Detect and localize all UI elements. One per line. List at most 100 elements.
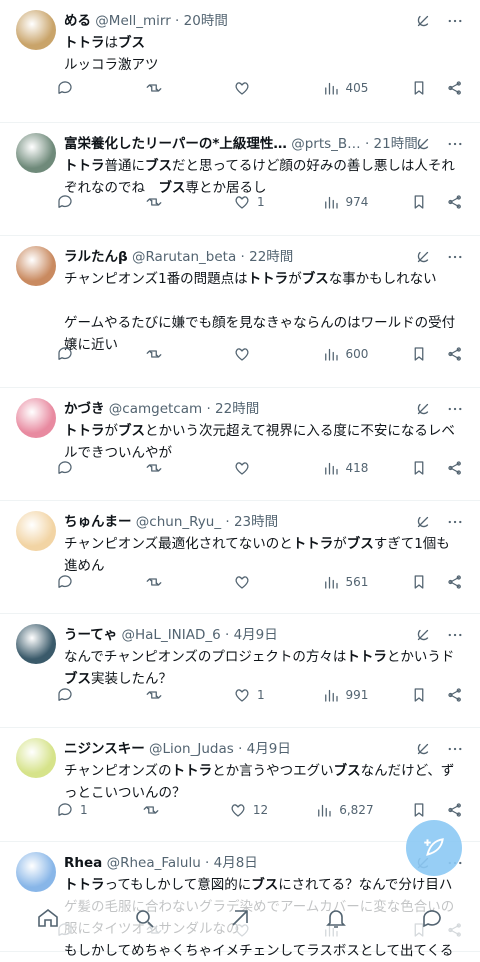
grok-icon[interactable] — [414, 400, 432, 418]
grok-icon[interactable] — [414, 12, 432, 30]
reply-button[interactable] — [56, 345, 106, 363]
tweet[interactable]: ニジンスキー @Lion_Judas · 4月9日 チャンピオンズのトトラとか言う… — [0, 728, 480, 842]
tweet[interactable]: ちゅんまー @chun_Ryu_ · 23時間 チャンピオンズ最適化されてないのと… — [0, 501, 480, 614]
views-button[interactable]: 600 — [322, 345, 372, 363]
avatar[interactable] — [16, 398, 56, 438]
views-button[interactable]: 991 — [322, 686, 372, 704]
tweet-actions: 405 — [56, 76, 464, 100]
notifications-nav-icon[interactable] — [324, 906, 348, 934]
avatar[interactable] — [16, 10, 56, 50]
avatar[interactable] — [16, 133, 56, 173]
home-nav-icon[interactable] — [36, 906, 60, 934]
reply-button[interactable] — [56, 459, 106, 477]
retweet-button[interactable] — [145, 79, 195, 97]
bookmark-icon[interactable] — [410, 345, 428, 363]
reply-button[interactable] — [56, 79, 106, 97]
reply-button[interactable] — [56, 193, 106, 211]
handle-and-time[interactable]: @Lion_Judas · 4月9日 — [145, 741, 291, 757]
bookmark-icon[interactable] — [410, 686, 428, 704]
grok-icon[interactable] — [414, 248, 432, 266]
tweet[interactable]: うーてゃ @HaL_INIAD_6 · 4月9日 なんでチャンピオンズのプロジェク… — [0, 614, 480, 728]
display-name[interactable]: ちゅんまー — [64, 514, 132, 530]
display-name[interactable]: Rhea — [64, 855, 102, 871]
avatar[interactable] — [16, 511, 56, 551]
messages-nav-icon[interactable] — [420, 906, 444, 934]
handle-and-time[interactable]: @Mell_mirr · 20時間 — [91, 13, 228, 29]
tweet[interactable]: ラルたんβ @Rarutan_beta · 22時間 チャンピオンズ1番の問題点は… — [0, 236, 480, 388]
retweet-button[interactable] — [145, 193, 195, 211]
views-button[interactable]: 561 — [322, 573, 372, 591]
like-button[interactable] — [233, 79, 283, 97]
like-button[interactable]: 1 — [233, 193, 283, 211]
views-button[interactable]: 405 — [322, 79, 372, 97]
avatar[interactable] — [16, 624, 56, 664]
like-button[interactable] — [233, 345, 283, 363]
tweet-header-icons — [414, 135, 464, 153]
like-button[interactable] — [233, 573, 283, 591]
handle-and-time[interactable]: @chun_Ryu_ · 23時間 — [132, 514, 278, 530]
more-icon[interactable] — [446, 400, 464, 418]
grok-nav-icon[interactable] — [228, 906, 252, 934]
display-name[interactable]: める — [64, 13, 91, 29]
bookmark-icon[interactable] — [410, 79, 428, 97]
grok-icon[interactable] — [414, 740, 432, 758]
display-name[interactable]: ニジンスキー — [64, 741, 145, 757]
handle-and-time[interactable]: @camgetcam · 22時間 — [105, 401, 259, 417]
like-button[interactable]: 12 — [229, 801, 279, 819]
grok-icon[interactable] — [414, 135, 432, 153]
more-icon[interactable] — [446, 135, 464, 153]
avatar[interactable] — [16, 246, 56, 286]
share-icon[interactable] — [446, 459, 464, 477]
views-count: 600 — [345, 347, 369, 361]
views-icon — [324, 689, 338, 702]
share-icon[interactable] — [446, 573, 464, 591]
display-name[interactable]: うーてゃ — [64, 627, 117, 643]
more-icon[interactable] — [446, 626, 464, 644]
handle-and-time[interactable]: @Rarutan_beta · 22時間 — [128, 249, 293, 265]
bookmark-icon[interactable] — [410, 459, 428, 477]
display-name[interactable]: ラルたんβ — [64, 249, 128, 265]
like-button[interactable] — [233, 459, 283, 477]
more-icon[interactable] — [446, 740, 464, 758]
tweet[interactable]: かづき @camgetcam · 22時間 トトラがブスとかいう次元超えて視界に入… — [0, 388, 480, 501]
retweet-button[interactable] — [145, 459, 195, 477]
retweet-button[interactable] — [145, 573, 195, 591]
display-name[interactable]: かづき — [64, 401, 105, 417]
tweet-header: 富栄養化したリーパーの*上級理性… @prts_B… · 21時間 — [64, 133, 464, 155]
tweet[interactable]: める @Mell_mirr · 20時間 トトラはブス ルッコラ激アツ 405 — [0, 0, 480, 123]
reply-button[interactable]: 1 — [56, 801, 106, 819]
views-button[interactable]: 974 — [322, 193, 372, 211]
avatar[interactable] — [16, 738, 56, 778]
share-icon[interactable] — [446, 345, 464, 363]
share-icon[interactable] — [446, 193, 464, 211]
bookmark-icon[interactable] — [410, 801, 428, 819]
retweet-button[interactable] — [145, 686, 195, 704]
tweet[interactable]: 富栄養化したリーパーの*上級理性… @prts_B… · 21時間 トトラ普通にブ… — [0, 123, 480, 236]
views-button[interactable]: 418 — [322, 459, 372, 477]
handle-and-time[interactable]: @HaL_INIAD_6 · 4月9日 — [117, 627, 277, 643]
like-button[interactable]: 1 — [233, 686, 283, 704]
more-icon[interactable] — [446, 513, 464, 531]
retweet-button[interactable] — [142, 801, 192, 819]
compose-button[interactable] — [406, 820, 462, 876]
grok-icon[interactable] — [414, 626, 432, 644]
share-icon[interactable] — [446, 79, 464, 97]
reply-button[interactable] — [56, 686, 106, 704]
bookmark-icon[interactable] — [410, 573, 428, 591]
views-button[interactable]: 6,827 — [315, 801, 374, 819]
share-icon[interactable] — [446, 801, 464, 819]
grok-icon[interactable] — [414, 513, 432, 531]
reply-button[interactable] — [56, 573, 106, 591]
search-nav-icon[interactable] — [132, 906, 156, 934]
retweet-button[interactable] — [145, 345, 195, 363]
more-icon[interactable] — [446, 12, 464, 30]
handle-and-time[interactable]: @Rhea_Falulu · 4月8日 — [102, 855, 258, 871]
tweet-header-icons — [414, 400, 464, 418]
share-icon[interactable] — [446, 686, 464, 704]
bookmark-icon[interactable] — [410, 193, 428, 211]
views-icon — [324, 348, 338, 361]
display-name[interactable]: 富栄養化したリーパーの*上級理性… — [64, 136, 287, 152]
more-icon[interactable] — [446, 248, 464, 266]
avatar[interactable] — [16, 852, 56, 892]
handle-and-time[interactable]: @prts_B… · 21時間 — [287, 136, 418, 152]
